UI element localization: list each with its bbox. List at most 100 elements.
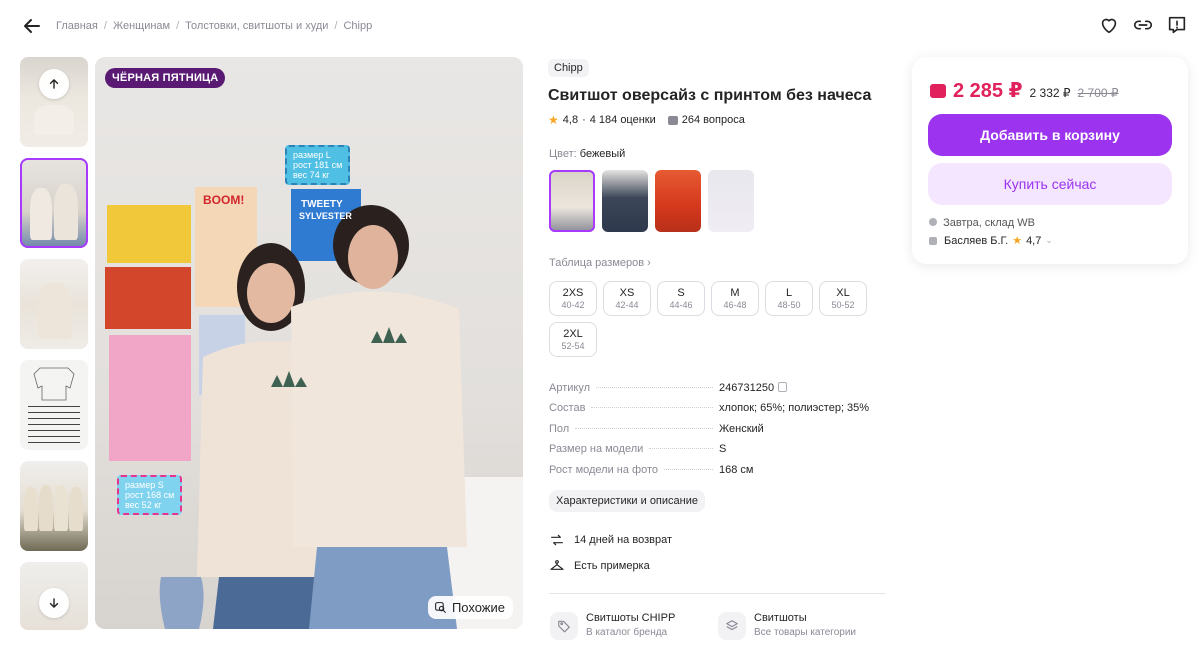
size-name: S [677,287,685,299]
color-swatch-lavender[interactable] [708,170,754,232]
category-title: Свитшоты [754,612,807,624]
category-link[interactable]: Свитшоты Все товары категории [718,612,856,640]
thumbnail-3[interactable] [20,259,88,349]
param-value: 246731250 [719,382,879,394]
seller-link[interactable]: Басляев Б.Г. ★ 4,7 ⌄ [929,234,1053,247]
param-row: Пол Женский [549,423,879,443]
poster-text: TWEETY [301,199,343,210]
model-size-sign-top: размер L рост 181 см вес 74 кг [285,145,351,185]
size-range: 42-44 [615,300,639,310]
reviews-link[interactable]: 4 184 оценки [590,114,656,126]
size-range: 48-50 [777,300,801,310]
thumbnail-figure [24,487,38,531]
delivery-text: Завтра, склад WB [943,217,1035,229]
thumbnail-figure [54,184,78,240]
size-name: XS [619,287,635,299]
brand-link[interactable]: Chipp [548,59,589,77]
param-dots [664,468,713,470]
param-row: Рост модели на фото 168 см [549,464,879,484]
brand-catalog-link[interactable]: Свитшоты CHIPP В каталог бренда [550,612,675,640]
similar-search-icon [435,602,446,613]
separator-dot: · [582,114,586,126]
price-current: 2 285 ₽ [953,80,1023,102]
report-icon[interactable] [1166,14,1188,36]
param-value: Женский [719,422,764,435]
param-key: Пол [549,422,570,435]
thumbnail-4[interactable] [20,360,88,450]
breadcrumb-item-home[interactable]: Главная [56,20,98,32]
size-option[interactable]: 2XS 40-42 [549,281,597,316]
param-value: хлопок; 65%; полиэстер; 35% [719,402,870,415]
similar-label: Похожие [451,600,505,615]
color-swatch-beige[interactable] [549,170,595,232]
heart-icon[interactable] [1098,14,1120,36]
main-product-photo[interactable]: ЧЁРНАЯ ПЯТНИЦА размер L рост 181 см вес … [95,57,523,629]
color-label-key: Цвет: [549,148,577,160]
size-option[interactable]: M 46-48 [711,281,759,316]
breadcrumb-item-brand[interactable]: Chipp [343,20,372,32]
link-icon[interactable] [1132,14,1154,36]
similar-button[interactable]: Похожие [427,596,513,619]
thumbnail-1[interactable] [20,57,88,147]
scroll-down-button[interactable] [39,588,69,618]
characteristics-button[interactable]: Характеристики и описание [549,490,705,512]
size-table-link[interactable]: Таблица размеров › [549,257,651,269]
scroll-up-button[interactable] [39,69,69,99]
size-option[interactable]: 2XL 52-54 [549,322,597,357]
breadcrumb-separator: / [176,20,180,32]
star-icon: ★ [548,113,559,127]
size-range: 50-52 [831,300,855,310]
color-label: Цвет: бежевый [549,148,625,160]
seller-rating: 4,7 [1026,234,1042,247]
delivery-info: Завтра, склад WB [929,217,1035,229]
size-selector: 2XS 40-42 XS 42-44 S 44-46 M 46-48 L 48-50 XL… [549,281,879,357]
poster-text: SYLVESTER [299,211,352,221]
product-params: Артикул 246731250 Состав хлопок; 65%; поли… [549,382,879,484]
param-key: Артикул [549,382,591,394]
breadcrumb-separator: / [334,20,338,32]
fitting-info: Есть примерка [549,558,650,574]
size-name: XL [836,287,850,299]
product-title: Свитшот оверсайз с принтом без начеса [548,87,872,104]
thumbnail-figure [54,485,68,531]
questions-link[interactable]: 264 вопроса [682,114,745,126]
breadcrumb: Главная / Женщинам / Толстовки, свитшоты… [56,20,372,32]
fitting-text: Есть примерка [574,560,650,572]
size-range: 40-42 [561,300,585,310]
thumbnail-5[interactable] [20,461,88,551]
black-friday-badge: ЧЁРНАЯ ПЯТНИЦА [105,68,226,88]
size-name: 2XL [563,328,583,340]
return-text: 14 дней на возврат [574,534,672,546]
sign-line: рост 181 см [293,160,343,170]
thumbnail-2[interactable] [20,158,88,248]
breadcrumb-item-category[interactable]: Толстовки, свитшоты и худи [185,20,328,32]
price-row: 2 285 ₽ 2 332 ₽ 2 700 ₽ [930,78,1119,103]
size-option[interactable]: XL 50-52 [819,281,867,316]
sign-line: рост 168 см [125,490,175,500]
poster-text: BOOM! [203,193,245,207]
copy-icon[interactable] [778,382,788,392]
brand-catalog-title: Свитшоты CHIPP [586,612,676,624]
thumbnail-6[interactable] [20,562,88,630]
size-range: 52-54 [561,341,585,351]
size-option[interactable]: XS 42-44 [603,281,651,316]
seller-name: Басляев Б.Г. [944,234,1009,247]
add-to-cart-button[interactable]: Добавить в корзину [928,114,1172,156]
param-dots [649,448,713,450]
arrow-up-icon [49,79,59,89]
buy-now-button[interactable]: Купить сейчас [928,163,1172,205]
color-swatch-red[interactable] [655,170,701,232]
param-value: S [719,443,727,456]
breadcrumb-separator: / [103,20,107,32]
price-old: 2 700 ₽ [1077,86,1119,100]
back-arrow-icon[interactable] [20,14,44,38]
size-option[interactable]: L 48-50 [765,281,813,316]
model-size-sign-bottom: размер S рост 168 см вес 52 кг [117,475,183,515]
size-name: L [785,287,793,299]
param-key: Состав [549,402,586,415]
param-key: Рост модели на фото [549,463,659,476]
size-option[interactable]: S 44-46 [657,281,705,316]
size-range: 46-48 [723,300,747,310]
breadcrumb-item-women[interactable]: Женщинам [113,20,170,32]
color-swatch-navy[interactable] [602,170,648,232]
